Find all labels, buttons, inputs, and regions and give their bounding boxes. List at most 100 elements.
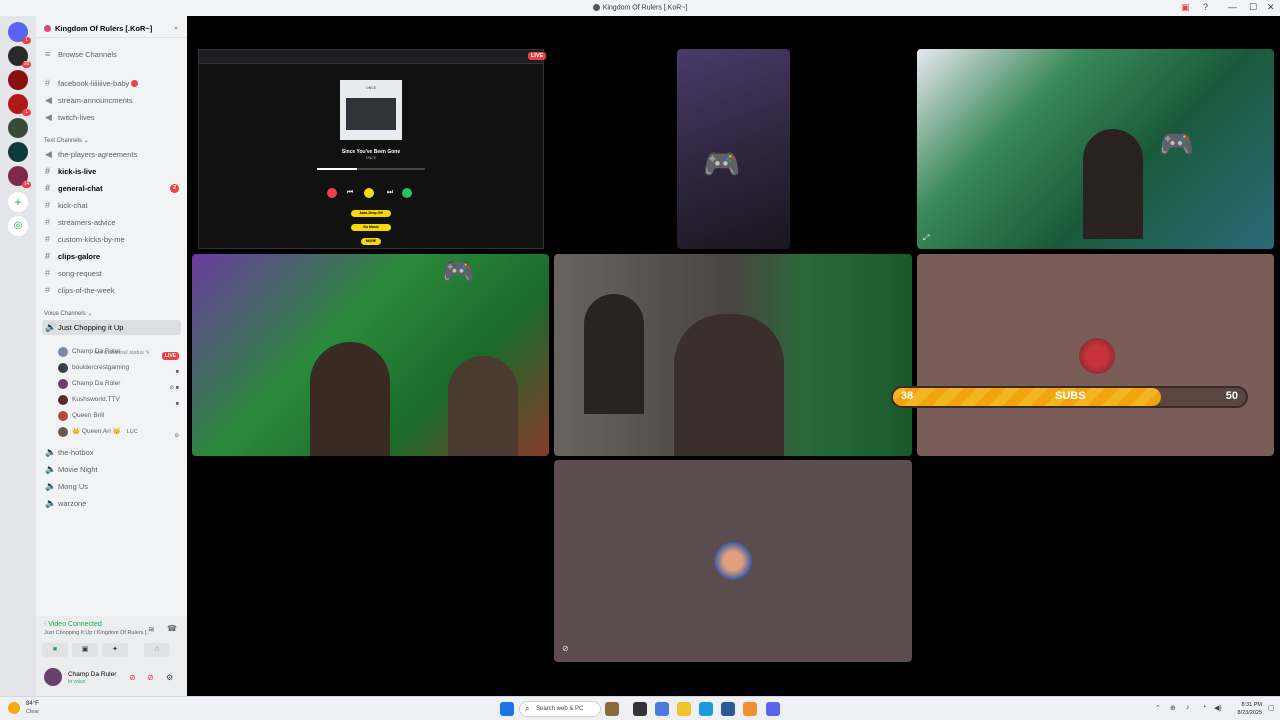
mic-icon[interactable]: ♪	[1186, 704, 1190, 711]
previous-icon[interactable]: ⏮	[345, 188, 355, 198]
voice-location[interactable]: Just Chopping It Up / Kingdom Of Rulers …	[44, 630, 151, 636]
search-box[interactable]: ⌕ Search web & PC	[519, 701, 601, 717]
discord-icon[interactable]	[766, 702, 780, 716]
channel-clips-galore[interactable]: # clips-galore	[42, 249, 181, 264]
server-name: Kingdom Of Rulers [.KoR~]	[55, 24, 153, 33]
controller-neon-icon: 🎮	[1159, 128, 1194, 159]
voice-channel-movie-night[interactable]: 🔈 Movie Night	[42, 462, 181, 477]
disconnect-icon[interactable]: ☎	[167, 624, 177, 633]
store-icon[interactable]	[721, 702, 735, 716]
voice-user[interactable]: bouldercrestgaming ■	[56, 360, 181, 376]
wifi-icon[interactable]: ◔	[1202, 704, 1206, 711]
edge-icon[interactable]	[699, 702, 713, 716]
share-screen-button[interactable]: ▣	[72, 643, 98, 657]
avatar	[58, 363, 68, 373]
clock-time: 8:31 PM	[1241, 702, 1262, 708]
channel-label: the-players-agreements	[58, 150, 138, 159]
direct-messages-icon[interactable]: 1	[8, 22, 31, 44]
tray-chevron-icon[interactable]: ⌃	[1155, 704, 1161, 712]
server-icon[interactable]	[8, 118, 28, 138]
task-view-icon[interactable]	[633, 702, 647, 716]
voice-user[interactable]: Kushsworld.TTV ■	[56, 392, 181, 408]
avatar	[58, 395, 68, 405]
settings-icon[interactable]: ⚙	[166, 673, 173, 682]
system-clock[interactable]: 8:31 PM 8/23/2025	[1238, 701, 1262, 717]
expand-icon[interactable]: ⤢	[923, 233, 929, 243]
voice-user[interactable]: Champ Da Ruler ⊘ ■	[56, 376, 181, 392]
noise-suppression-icon[interactable]: ≋	[148, 625, 155, 634]
song-title: Since You've Been Gone	[341, 149, 401, 155]
voice-user-name: Queen Brill	[72, 412, 105, 419]
channel-streamers-advice[interactable]: # streamers-advice	[42, 215, 181, 230]
start-icon[interactable]	[500, 702, 514, 716]
server-icon[interactable]	[8, 70, 28, 90]
channel-facebook[interactable]: # facebook-liiiiiive-baby	[42, 76, 181, 91]
add-icon[interactable]	[402, 188, 412, 198]
server-header[interactable]: Kingdom Of Rulers [.KoR~] ⌄	[36, 16, 187, 38]
close-button[interactable]: ✕	[1267, 2, 1275, 13]
go-music-button[interactable]: Go Music	[351, 224, 391, 231]
auto-drop-button[interactable]: Auto-Drop Off	[351, 210, 391, 217]
channel-kick-is-live[interactable]: # kick-is-live	[42, 164, 181, 179]
video-tile-camera[interactable]	[554, 254, 912, 456]
server-icon[interactable]: 1	[8, 94, 31, 116]
video-tile-camera[interactable]: 🎮	[192, 254, 549, 456]
more-button[interactable]: MORE	[361, 238, 381, 245]
deafen-icon[interactable]: ⊘	[147, 673, 154, 682]
add-server-icon[interactable]: +	[8, 192, 28, 212]
screen-share-tile[interactable]: ONCE Since You've Been Gone ONCE ⏮ ⏭ Aut…	[198, 49, 544, 249]
mute-icon[interactable]: ⊘	[129, 673, 136, 682]
server-icon[interactable]	[8, 142, 28, 162]
inbox-icon[interactable]: ▣	[1181, 2, 1190, 13]
voice-channel-just-chopping-it-up[interactable]: 🔊 Just Chopping it Up	[42, 320, 181, 335]
song-progress[interactable]	[317, 168, 425, 170]
soundboard-button[interactable]: ◌	[144, 643, 170, 657]
volume-icon[interactable]: ◀)	[1214, 704, 1222, 712]
app-icon[interactable]	[743, 702, 757, 716]
channel-kick-chat[interactable]: # kick-chat	[42, 198, 181, 213]
video-tile-camera[interactable]: 🎮 ⤢	[917, 49, 1274, 249]
text-channels-category[interactable]: Text Channels ⌄	[44, 137, 89, 144]
video-tile-avatar[interactable]	[917, 254, 1274, 456]
channel-general-chat[interactable]: # general-chat 2	[42, 181, 181, 196]
voice-channel-the-hotbox[interactable]: 🔈 the-hotbox	[42, 445, 181, 460]
channel-label: kick-chat	[58, 201, 88, 210]
close-circle-icon[interactable]	[327, 188, 337, 198]
file-explorer-icon[interactable]	[677, 702, 691, 716]
voice-connected-status[interactable]: ⁝ Video Connected	[44, 620, 102, 628]
discover-icon[interactable]: ◎	[8, 216, 28, 236]
voice-user[interactable]: Queen Brill	[56, 408, 181, 424]
maximize-button[interactable]: ☐	[1249, 2, 1257, 13]
play-icon[interactable]	[364, 188, 374, 198]
server-icon[interactable]: 14	[8, 166, 31, 188]
help-icon[interactable]: ?	[1203, 2, 1208, 12]
channel-song-request[interactable]: # song-request	[42, 266, 181, 281]
channel-clips-of-the-week[interactable]: # clips-of-the-week	[42, 283, 181, 298]
voice-channel-warzone[interactable]: 🔈 warzone	[42, 496, 181, 511]
channel-custom-kicks-by-me[interactable]: # custom-kicks-by-me	[42, 232, 181, 247]
voice-channel-mong-us[interactable]: 🔈 Mong Us	[42, 479, 181, 494]
clock-date: 8/23/2025	[1237, 710, 1262, 716]
copilot-icon[interactable]	[655, 702, 669, 716]
voice-user[interactable]: 👑 Queen Ari 👑 LUC ⊘	[56, 424, 181, 440]
camera-button[interactable]: ■	[42, 643, 68, 657]
notification-icon[interactable]: ▢	[1268, 704, 1275, 712]
network-icon[interactable]: ⊕	[1170, 704, 1176, 712]
subs-label: SUBS	[1055, 390, 1086, 402]
server-icon[interactable]: 20	[8, 46, 31, 68]
voice-user[interactable]: Champ Da Ruler LIVE	[56, 344, 181, 360]
next-icon[interactable]: ⏭	[385, 188, 395, 198]
widget-icon[interactable]	[605, 702, 619, 716]
minimize-button[interactable]: —	[1228, 2, 1237, 12]
channel-the-players-agreements[interactable]: ◀ the-players-agreements	[42, 147, 181, 162]
browse-channels[interactable]: ≡ Browse Channels	[42, 47, 181, 62]
mention-badge: 2	[170, 184, 179, 193]
video-tile-camera[interactable]: 🎮	[677, 49, 790, 249]
channel-twitch-lives[interactable]: ◀ twitch-lives	[42, 110, 181, 125]
video-tile-avatar[interactable]: ⊘	[554, 460, 912, 662]
album-photo	[346, 98, 396, 130]
channel-stream-announcments[interactable]: ◀ stream-announcments	[42, 93, 181, 108]
megaphone-icon: ◀	[45, 112, 52, 122]
activities-button[interactable]: ✦	[102, 643, 128, 657]
voice-channels-category[interactable]: Voice Channels ⌄	[44, 310, 92, 317]
